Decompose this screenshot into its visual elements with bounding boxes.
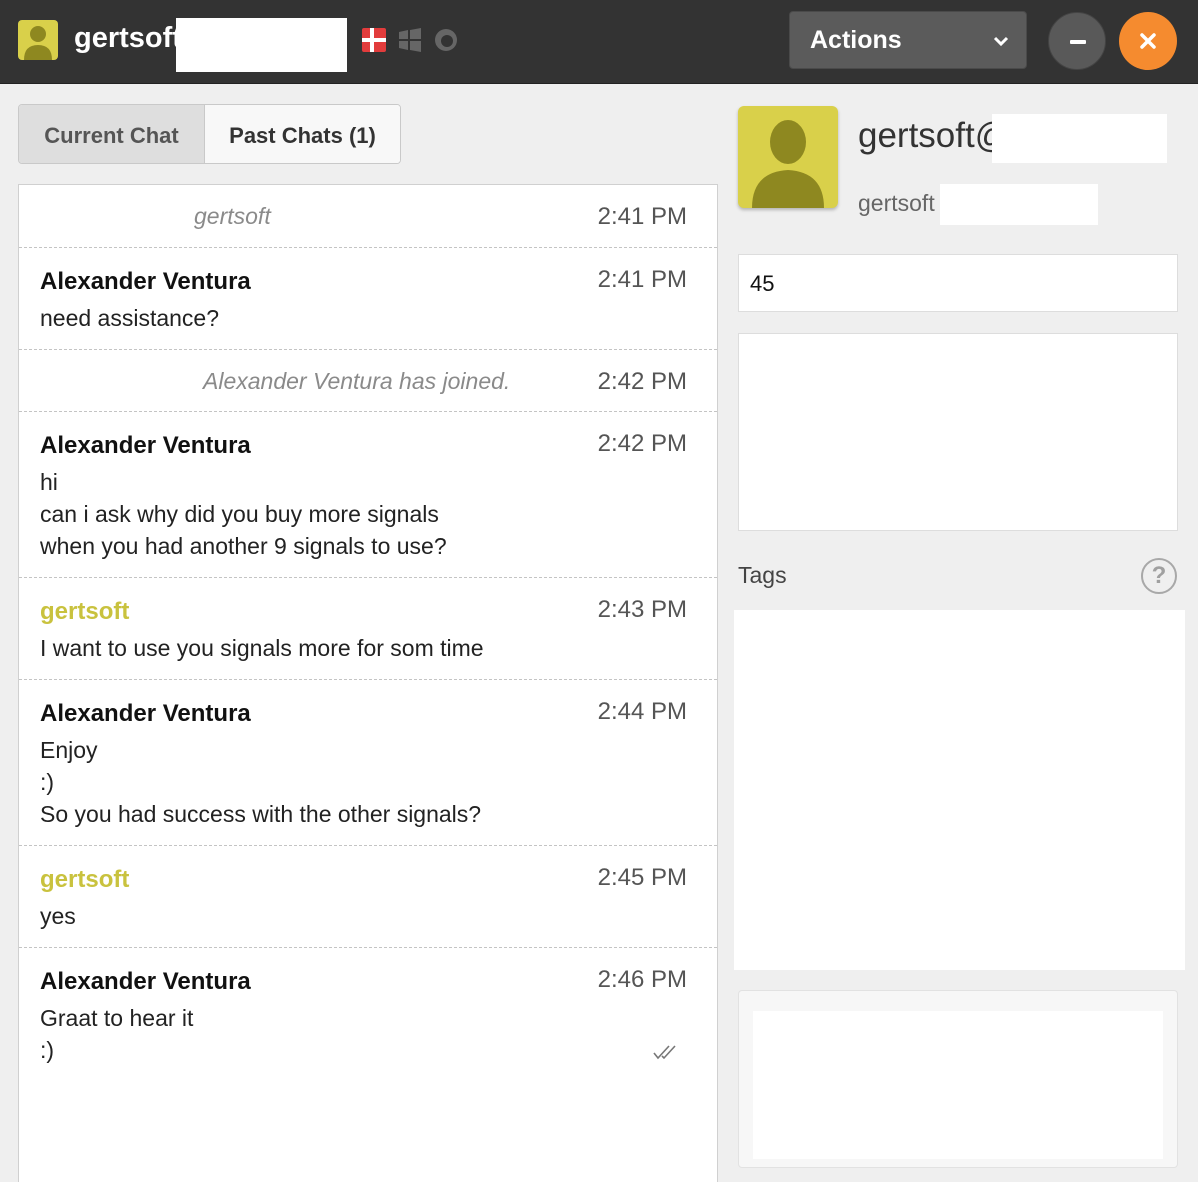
- notes-field[interactable]: [738, 333, 1178, 531]
- chat-tabs: Current Chat Past Chats (1): [18, 104, 401, 164]
- message-text: yes: [40, 903, 76, 929]
- message-text: :): [40, 769, 55, 795]
- bottom-panel: [738, 990, 1178, 1168]
- actions-label: Actions: [810, 26, 902, 54]
- visitor-name: gertsoft@: [858, 116, 1011, 155]
- message-author: Alexander Ventura: [40, 700, 251, 727]
- tags-label: Tags: [738, 562, 787, 588]
- message-time: 2:42 PM: [597, 368, 687, 395]
- minus-icon: [1070, 40, 1086, 44]
- redaction: [176, 18, 347, 72]
- denmark-flag-icon: [362, 28, 386, 52]
- message-author: gertsoft: [40, 866, 130, 893]
- visitor-title: gertsoft: [74, 22, 182, 54]
- top-bar: gertsoft Actions: [0, 0, 1198, 84]
- chevron-down-icon: [993, 36, 1009, 47]
- message-text: can i ask why did you buy more signals: [40, 501, 439, 527]
- windows-icon: [399, 28, 421, 52]
- tab-label: Current Chat: [44, 123, 179, 148]
- message-text: :): [40, 1037, 55, 1063]
- message-text: I want to use you signals more for som t…: [40, 635, 484, 661]
- message-time: 2:44 PM: [597, 698, 687, 725]
- firefox-icon: [435, 29, 457, 51]
- list-item: Alexander Ventura 2:44 PM Enjoy :) So yo…: [19, 680, 717, 846]
- list-item: gertsoft 2:43 PM I want to use you signa…: [19, 578, 717, 680]
- read-receipt-icon: [653, 1045, 676, 1060]
- actions-dropdown[interactable]: Actions: [789, 11, 1027, 69]
- list-item: gertsoft 2:45 PM yes: [19, 846, 717, 948]
- list-item: Alexander Ventura 2:46 PM Graat to hear …: [19, 948, 717, 1088]
- redaction: [992, 114, 1167, 163]
- bottom-input[interactable]: [753, 1011, 1163, 1159]
- minimize-button[interactable]: [1048, 12, 1106, 70]
- message-text: need assistance?: [40, 305, 220, 331]
- tags-input[interactable]: [734, 610, 1185, 970]
- message-author: gertsoft: [40, 598, 130, 625]
- message-author: Alexander Ventura: [40, 268, 251, 295]
- list-item: Alexander Ventura 2:42 PM hi can i ask w…: [19, 412, 717, 578]
- phone-value: 45: [750, 271, 775, 296]
- message-text: Enjoy: [40, 737, 98, 763]
- message-text: Graat to hear it: [40, 1005, 194, 1031]
- help-icon[interactable]: ?: [1141, 558, 1177, 594]
- message-text: when you had another 9 signals to use?: [40, 533, 447, 559]
- message-author: Alexander Ventura: [40, 432, 251, 459]
- visitor-email: gertsoft: [858, 190, 935, 216]
- message-time: 2:46 PM: [597, 966, 687, 993]
- list-item: gertsoft 2:41 PM: [19, 185, 717, 248]
- list-item: Alexander Ventura has joined. 2:42 PM: [19, 350, 717, 412]
- chat-transcript[interactable]: gertsoft 2:41 PM Alexander Ventura 2:41 …: [18, 184, 718, 1182]
- tab-past-chats[interactable]: Past Chats (1): [205, 105, 400, 163]
- close-icon: [1140, 33, 1156, 49]
- message-time: 2:45 PM: [597, 864, 687, 891]
- visitor-profile-avatar: [738, 106, 838, 208]
- redaction: [940, 184, 1098, 225]
- list-item: Alexander Ventura 2:41 PM need assistanc…: [19, 248, 717, 350]
- message-time: 2:41 PM: [597, 203, 687, 230]
- message-text: hi: [40, 469, 58, 495]
- message-author: Alexander Ventura: [40, 968, 251, 995]
- phone-field[interactable]: 45: [738, 254, 1178, 312]
- tab-current-chat[interactable]: Current Chat: [19, 105, 205, 163]
- tab-label: Past Chats (1): [229, 123, 376, 148]
- system-message: Alexander Ventura has joined.: [203, 368, 511, 394]
- close-button[interactable]: [1119, 12, 1177, 70]
- message-time: 2:41 PM: [597, 266, 687, 293]
- message-time: 2:42 PM: [597, 430, 687, 457]
- visitor-avatar: [18, 20, 58, 60]
- message-text: So you had success with the other signal…: [40, 801, 482, 827]
- message-time: 2:43 PM: [597, 596, 687, 623]
- system-message: gertsoft: [194, 203, 271, 229]
